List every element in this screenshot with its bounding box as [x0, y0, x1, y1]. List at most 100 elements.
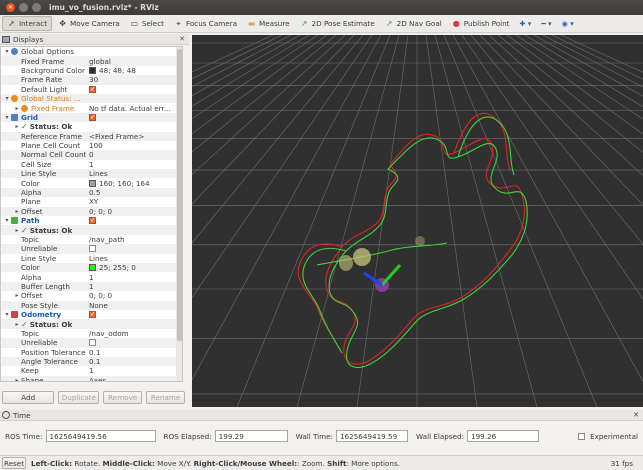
property-value[interactable]: 30: [89, 75, 181, 84]
tool-interact[interactable]: ➚ Interact: [2, 16, 53, 31]
property-value[interactable]: 160; 160; 164: [89, 179, 181, 188]
collapse-arrow-icon[interactable]: ▾: [3, 95, 11, 102]
ros-time-field[interactable]: 1625649419.56: [45, 430, 156, 442]
tree-row[interactable]: ▾ Odometry: [1, 310, 182, 319]
tree-row[interactable]: Keep 1: [1, 366, 182, 375]
property-value[interactable]: Lines: [89, 254, 181, 263]
property-value[interactable]: None: [89, 301, 181, 310]
tree-row[interactable]: Buffer Length 1: [1, 281, 182, 292]
collapse-arrow-icon[interactable]: ▾: [3, 114, 11, 121]
tree-row[interactable]: Line Style Lines: [1, 254, 182, 263]
property-value[interactable]: 0: [89, 150, 181, 159]
tree-row[interactable]: Fixed Frame global: [1, 56, 182, 66]
property-checkbox[interactable]: [89, 245, 96, 253]
property-value[interactable]: 0.1: [89, 348, 181, 357]
property-value[interactable]: global: [89, 57, 181, 66]
wall-elapsed-field[interactable]: 199.26: [467, 430, 540, 442]
tree-row[interactable]: Reference Frame <Fixed Frame>: [1, 131, 182, 141]
displays-scrollbar[interactable]: [176, 47, 182, 381]
minimize-window-icon[interactable]: [19, 3, 28, 12]
tree-row[interactable]: Background Color 48; 48; 48: [1, 66, 182, 75]
tree-row[interactable]: ▸ ✓ Status: Ok: [1, 225, 182, 235]
tree-row[interactable]: Color 25; 255; 0: [1, 262, 182, 273]
property-value[interactable]: [89, 217, 181, 225]
3d-viewport[interactable]: [192, 35, 643, 407]
tree-row[interactable]: Topic/nav_path: [1, 235, 182, 244]
collapse-arrow-icon[interactable]: ▾: [3, 217, 11, 224]
tree-row[interactable]: Angle Tolerance 0.1: [1, 356, 182, 367]
expand-arrow-icon[interactable]: ▸: [13, 321, 21, 328]
expand-arrow-icon[interactable]: ▸: [13, 123, 21, 130]
tool-2d-pose-estimate[interactable]: ↗ 2D Pose Estimate: [296, 16, 379, 31]
collapse-arrow-icon[interactable]: ▾: [3, 48, 11, 55]
add-tool-icon[interactable]: ✚ ▾: [516, 16, 536, 31]
expand-arrow-icon[interactable]: ▸: [13, 292, 21, 299]
displays-tree[interactable]: ▾ Global Options Fixed Frame global Backgrou…: [0, 46, 183, 382]
viewport-canvas[interactable]: [192, 35, 643, 407]
collapse-arrow-icon[interactable]: ▾: [3, 311, 11, 318]
remove-button[interactable]: Remove: [103, 391, 143, 404]
property-value[interactable]: <Fixed Frame>: [89, 132, 181, 141]
tree-row[interactable]: Alpha 0.5: [1, 187, 182, 198]
expand-arrow-icon[interactable]: ▸: [13, 227, 21, 234]
tree-row[interactable]: ▸ ✓ Status: Ok: [1, 122, 182, 131]
tree-row[interactable]: ▾ Path: [1, 216, 182, 225]
expand-arrow-icon[interactable]: ▸: [13, 377, 21, 381]
property-value[interactable]: 25; 255; 0: [89, 263, 181, 272]
property-value[interactable]: Axes: [89, 376, 181, 381]
tree-row[interactable]: Unreliable: [1, 244, 182, 254]
property-value[interactable]: Lines: [89, 169, 181, 178]
tool-publish-point[interactable]: ● Publish Point: [448, 16, 514, 31]
scrollbar-thumb[interactable]: [177, 49, 182, 341]
expand-arrow-icon[interactable]: ▸: [13, 105, 21, 112]
property-checkbox[interactable]: [89, 339, 96, 347]
tree-row[interactable]: ▸ Offset 0; 0; 0: [1, 206, 182, 217]
tree-row[interactable]: Alpha 1: [1, 272, 182, 282]
property-value[interactable]: 1: [89, 282, 181, 291]
tree-row[interactable]: Plane XY: [1, 197, 182, 206]
tree-row[interactable]: Position Tolerance 0.1: [1, 348, 182, 357]
property-value[interactable]: [89, 311, 181, 319]
property-checkbox[interactable]: [89, 217, 96, 225]
property-value[interactable]: 0; 0; 0: [89, 291, 181, 300]
tree-row[interactable]: Default Light: [1, 85, 182, 94]
property-value[interactable]: 0; 0; 0: [89, 207, 181, 216]
tree-row[interactable]: ▸ ✓ Status: Ok: [1, 319, 182, 329]
property-value[interactable]: 0.1: [89, 357, 181, 366]
view-options-icon[interactable]: ◉ ▾: [558, 16, 578, 31]
remove-tool-icon[interactable]: ━ ▾: [537, 16, 555, 31]
tree-row[interactable]: Line Style Lines: [1, 169, 182, 179]
tree-row[interactable]: Topic/nav_odom: [1, 329, 182, 338]
wall-time-field[interactable]: 1625649419.59: [336, 430, 409, 442]
tool-2d-nav-goal[interactable]: ↗ 2D Nav Goal: [381, 16, 446, 31]
rename-button[interactable]: Rename: [146, 391, 186, 404]
tree-row[interactable]: ▾ Global Status: ...: [1, 93, 182, 104]
tool-measure[interactable]: ▬ Measure: [243, 16, 294, 31]
close-panel-icon[interactable]: ✕: [179, 35, 185, 43]
tree-row[interactable]: ▸ Offset 0; 0; 0: [1, 291, 182, 300]
property-checkbox[interactable]: [89, 113, 96, 121]
reset-button[interactable]: Reset: [2, 457, 26, 469]
property-value[interactable]: [89, 113, 181, 121]
property-value[interactable]: 0.5: [89, 188, 181, 197]
property-value[interactable]: /nav_odom: [89, 329, 181, 338]
property-checkbox[interactable]: [89, 85, 96, 93]
property-value[interactable]: /nav_path: [89, 235, 181, 244]
close-time-panel-icon[interactable]: ✕: [633, 411, 639, 419]
property-value[interactable]: 1: [89, 273, 181, 282]
tree-row[interactable]: Pose Style None: [1, 300, 182, 310]
tree-row[interactable]: ▸ Fixed Frame No tf data. Actual err...: [1, 103, 182, 113]
tree-row[interactable]: Frame Rate 30: [1, 75, 182, 85]
tree-row[interactable]: ▸ Shape Axes: [1, 375, 182, 381]
close-window-icon[interactable]: ✕: [6, 3, 15, 12]
property-value[interactable]: No tf data. Actual err...: [89, 104, 181, 113]
maximize-window-icon[interactable]: [32, 3, 41, 12]
tree-row[interactable]: Cell Size 1: [1, 160, 182, 169]
tree-row[interactable]: Plane Cell Count 100: [1, 141, 182, 150]
property-value[interactable]: [89, 339, 181, 347]
tool-focus-camera[interactable]: ⌖ Focus Camera: [170, 16, 241, 31]
tree-row[interactable]: Color 160; 160; 164: [1, 178, 182, 188]
property-checkbox[interactable]: [89, 311, 96, 319]
property-value[interactable]: 1: [89, 366, 181, 375]
duplicate-button[interactable]: Duplicate: [58, 391, 100, 404]
